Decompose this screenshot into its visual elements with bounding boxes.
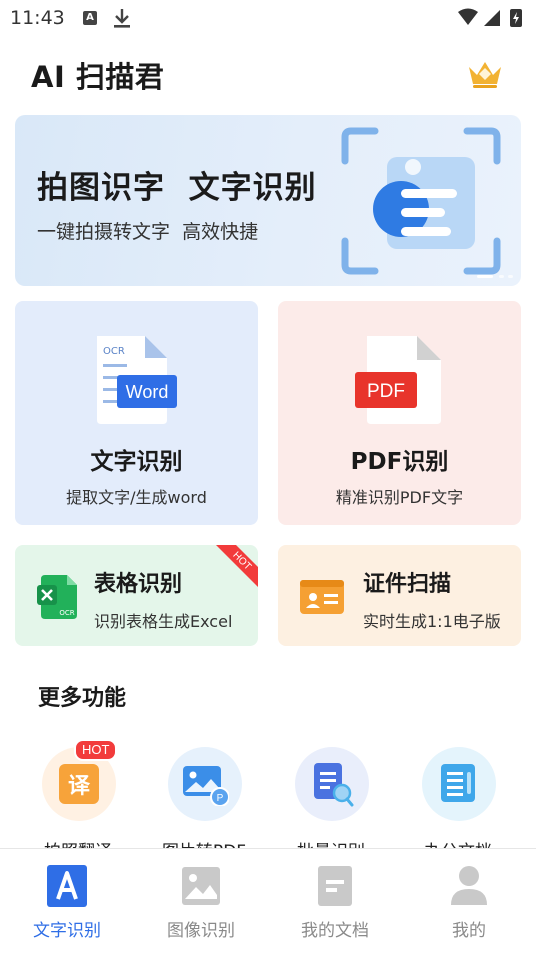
nav-label: 文字识别 — [33, 921, 101, 941]
translate-icon: 译 — [59, 764, 99, 804]
bottom-navigation: 文字识别 图像识别 我的文档 我的 — [0, 848, 536, 954]
svg-text:译: 译 — [68, 774, 91, 799]
image-recognition-icon — [182, 867, 220, 905]
nav-label: 图像识别 — [167, 921, 235, 941]
my-documents-icon — [318, 866, 352, 906]
function-label: 办公文档 — [408, 837, 508, 848]
batch-scan-icon — [314, 763, 354, 807]
function-batch-scan[interactable]: 批量识别 — [281, 747, 381, 848]
image-to-pdf-icon: P — [183, 766, 229, 806]
more-functions-row: 译 HOT 拍照翻译 P 图片转PDF 批量识别 — [0, 0, 536, 848]
function-label: 拍照翻译 — [28, 837, 128, 848]
nav-my-documents[interactable]: 我的文档 — [268, 849, 402, 954]
function-office-docs[interactable]: 办公文档 — [408, 747, 508, 848]
function-label: 图片转PDF — [154, 837, 254, 848]
office-doc-icon — [441, 764, 475, 802]
svg-text:P: P — [217, 793, 224, 804]
profile-icon — [451, 866, 487, 905]
hot-badge: HOT — [74, 739, 118, 761]
nav-profile[interactable]: 我的 — [402, 849, 536, 954]
function-photo-translate[interactable]: 译 HOT 拍照翻译 — [28, 739, 128, 848]
function-label: 批量识别 — [281, 837, 381, 848]
function-image-to-pdf[interactable]: P 图片转PDF — [154, 747, 254, 848]
text-recognition-icon — [47, 865, 87, 907]
nav-label: 我的 — [452, 921, 486, 941]
nav-text-recognition[interactable]: 文字识别 — [0, 849, 134, 954]
nav-image-recognition[interactable]: 图像识别 — [134, 849, 268, 954]
nav-label: 我的文档 — [301, 921, 369, 941]
